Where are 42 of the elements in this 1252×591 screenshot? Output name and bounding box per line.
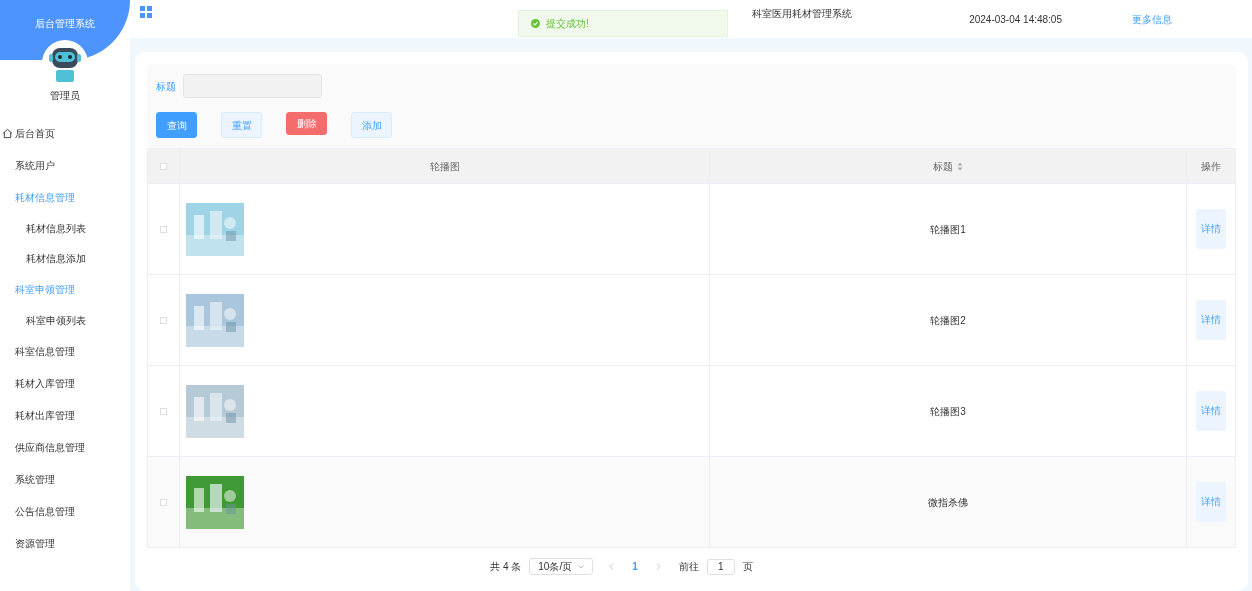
field-label: 标题 <box>156 79 176 94</box>
menu-item[interactable]: 供应商信息管理 <box>0 431 130 463</box>
column-header[interactable]: 标题 <box>709 148 1187 184</box>
datetime: 2024-03-04 14:48:05 <box>969 13 1062 27</box>
row-checkbox[interactable] <box>160 498 167 506</box>
submenu-item[interactable]: 耗材信息列表 <box>0 213 130 243</box>
menu-item[interactable]: 耗材入库管理 <box>0 367 130 399</box>
user-name: 管理员 <box>50 89 80 103</box>
row-checkbox[interactable] <box>160 316 167 324</box>
column-header: 操作 <box>1186 148 1236 184</box>
grid-menu-icon[interactable] <box>140 6 152 18</box>
menu-item[interactable]: 科室信息管理 <box>0 335 130 367</box>
menu-item[interactable]: 资源管理 <box>0 527 130 559</box>
column-header: 轮播图 <box>179 148 710 184</box>
system-name: 后台管理系统 <box>35 17 95 31</box>
prev-page-icon[interactable] <box>609 563 615 570</box>
menu-item[interactable]: 系统管理 <box>0 463 130 495</box>
menu-item[interactable]: 公告信息管理 <box>0 495 130 527</box>
chevron-down-icon <box>578 564 585 569</box>
goto-page-field[interactable]: 1 <box>706 558 735 575</box>
sort-icon[interactable] <box>957 161 963 171</box>
success-icon <box>531 19 540 28</box>
select-all-checkbox[interactable] <box>160 162 167 170</box>
toast-message: 提交成功! <box>546 17 589 31</box>
table-cell: 轮播图1 <box>709 183 1187 275</box>
next-page-icon[interactable] <box>655 563 661 570</box>
home-icon <box>2 127 13 139</box>
app-title: 科室医用耗材管理系统 <box>752 7 852 21</box>
table-cell: 轮播图2 <box>709 274 1187 366</box>
table-cell: 微指杀佛 <box>709 456 1187 548</box>
row-checkbox[interactable] <box>160 225 167 233</box>
menu-item[interactable]: 后台首页 <box>0 117 130 149</box>
total-count: 共 4 条 <box>490 560 522 574</box>
menu-item[interactable]: 耗材出库管理 <box>0 399 130 431</box>
table-cell: 轮播图3 <box>709 365 1187 457</box>
menu-item[interactable]: 系统用户 <box>0 149 130 181</box>
goto-label: 前往 <box>678 560 699 574</box>
submenu-item[interactable]: 耗材信息添加 <box>0 243 130 273</box>
page-suffix: 页 <box>742 560 753 574</box>
row-checkbox[interactable] <box>160 407 167 415</box>
submenu-item[interactable]: 科室申领列表 <box>0 305 130 335</box>
page-size-select[interactable]: 10条/页 <box>529 558 594 575</box>
